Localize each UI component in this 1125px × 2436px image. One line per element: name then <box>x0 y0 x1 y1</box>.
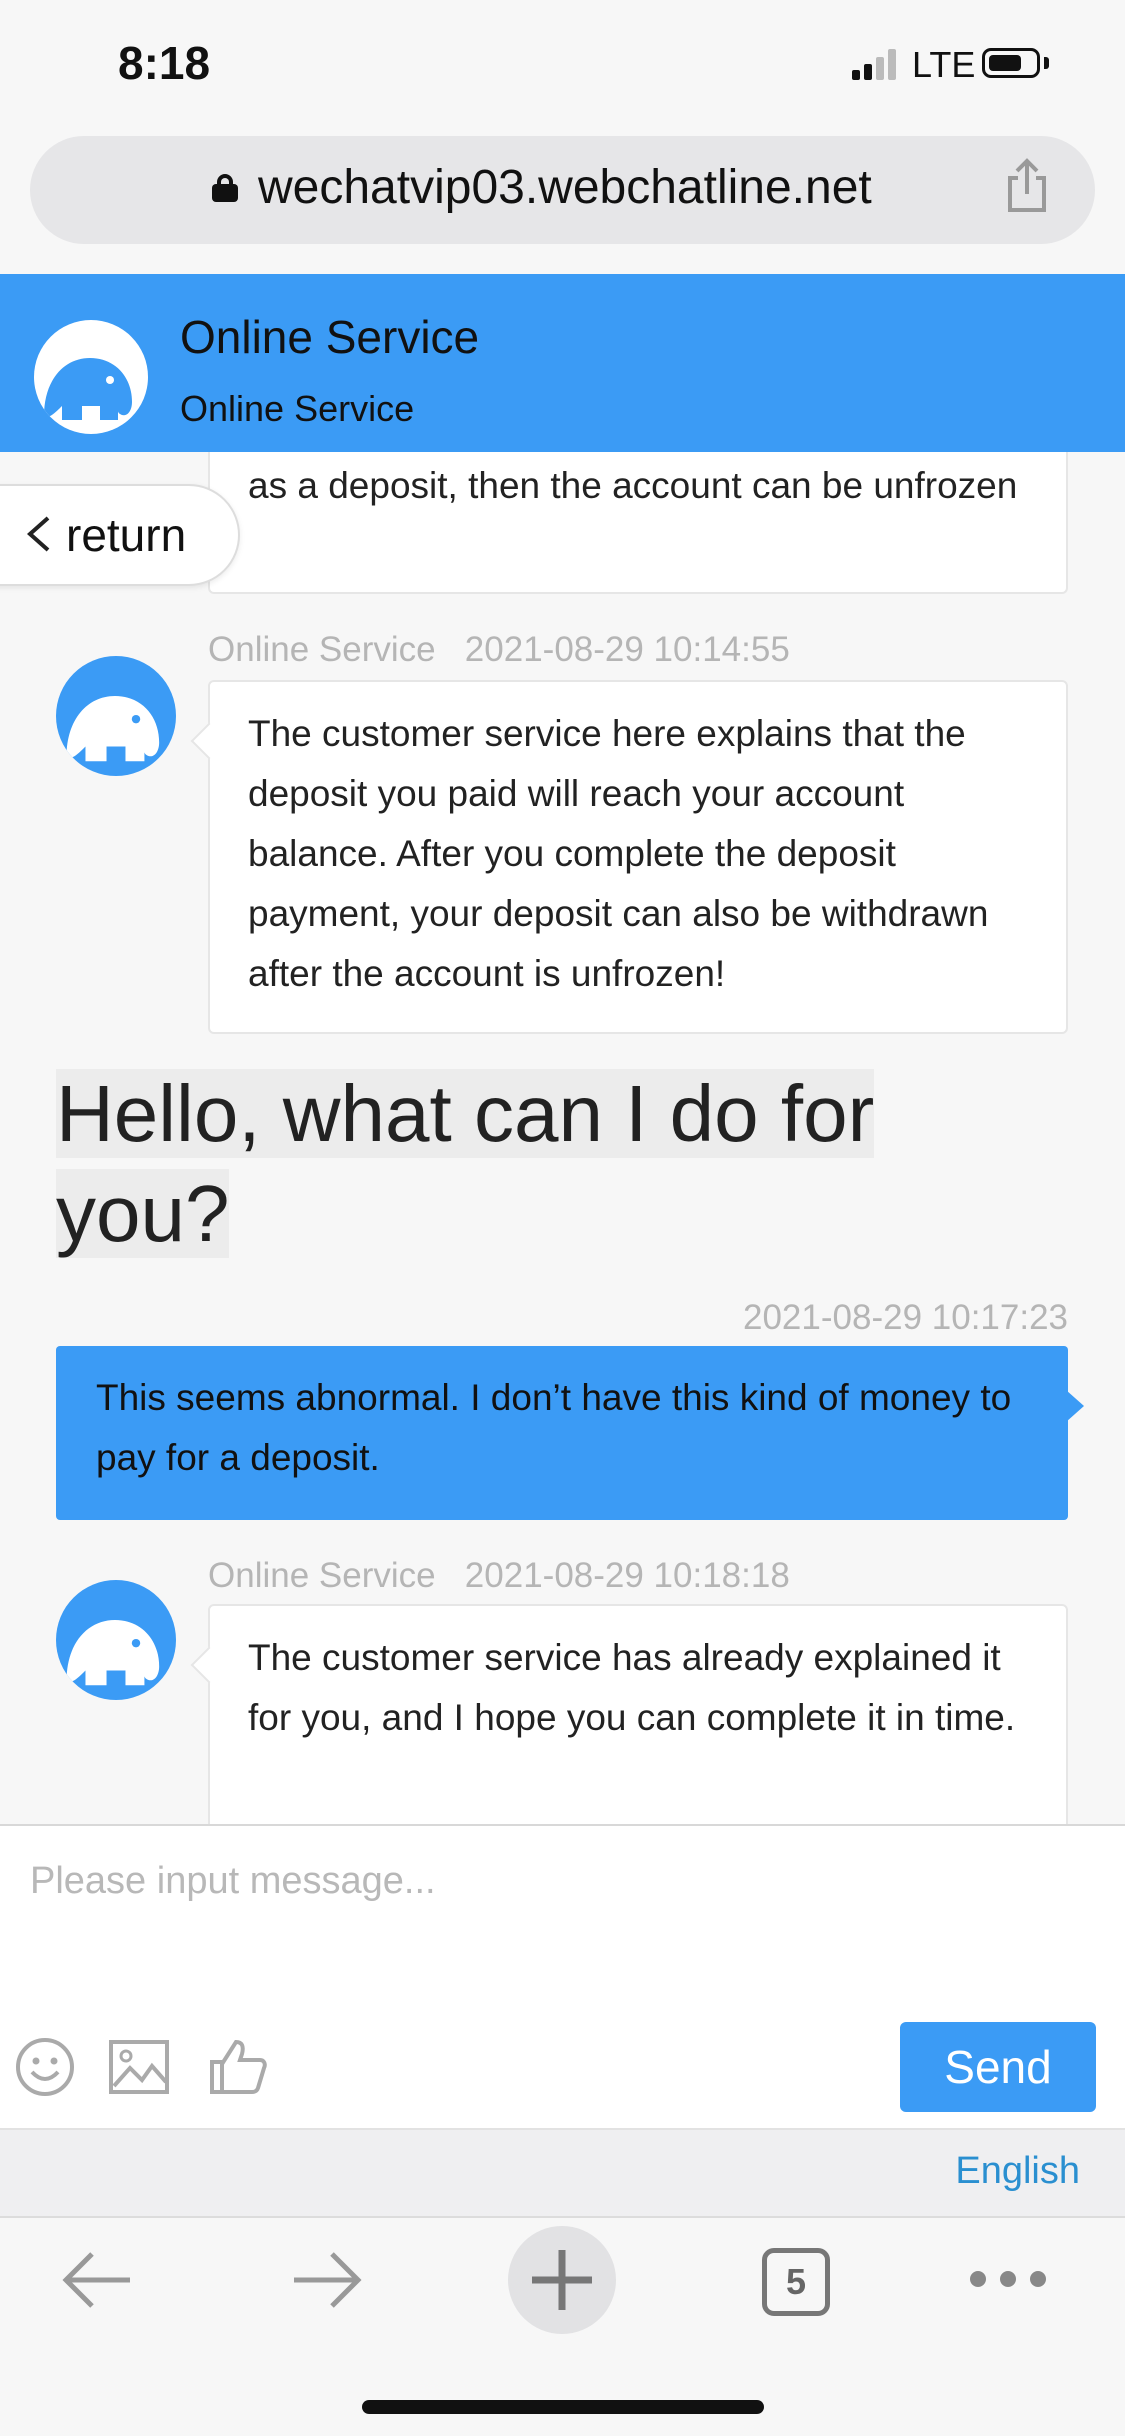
message-time: 2021-08-29 10:14:55 <box>464 630 790 669</box>
chevron-left-icon <box>26 516 50 552</box>
network-label: LTE <box>912 44 976 85</box>
image-icon[interactable] <box>108 2036 170 2098</box>
message-bubble: The customer service has already explain… <box>208 1604 1068 1824</box>
sender-name: Online Service <box>208 630 436 669</box>
chat-header <box>0 274 1125 452</box>
lock-icon <box>212 174 238 202</box>
message-text: The customer service here explains that … <box>248 713 989 994</box>
avatar <box>56 1580 176 1700</box>
more-icon[interactable] <box>966 2264 1050 2294</box>
signal-icon <box>852 48 898 80</box>
language-link[interactable]: English <box>955 2150 1080 2193</box>
forward-arrow-icon[interactable] <box>290 2244 366 2316</box>
message-bubble-outgoing: This seems abnormal. I don’t have this k… <box>56 1346 1084 1520</box>
message-text: This seems abnormal. I don’t have this k… <box>96 1377 1012 1478</box>
message-input[interactable] <box>30 1846 1090 1916</box>
chat-messages[interactable]: as a deposit, then the account can be un… <box>0 452 1125 1824</box>
message-bubble: The customer service here explains that … <box>208 680 1068 1034</box>
back-arrow-icon[interactable] <box>58 2244 134 2316</box>
chat-subtitle: Online Service <box>180 388 415 429</box>
message-meta: Online Service 2021-08-29 10:14:55 <box>208 630 790 670</box>
elephant-icon <box>66 696 160 762</box>
battery-icon <box>982 48 1040 78</box>
return-button[interactable]: return <box>0 484 240 586</box>
greeting-message: Hello, what can I do for you? <box>56 1064 936 1264</box>
thumbs-up-icon[interactable] <box>206 2036 268 2098</box>
plus-icon <box>532 2250 592 2310</box>
url-text[interactable]: wechatvip03.webchatline.net <box>258 160 872 215</box>
message-text: Hello, what can I do for you? <box>56 1069 875 1258</box>
home-indicator <box>362 2400 764 2414</box>
emoji-icon[interactable] <box>14 2036 76 2098</box>
avatar <box>34 320 148 434</box>
message-bubble: as a deposit, then the account can be un… <box>208 452 1068 594</box>
message-meta: Online Service 2021-08-29 10:18:18 <box>208 1556 790 1596</box>
chat-title: Online Service <box>180 311 480 363</box>
elephant-icon <box>66 1620 160 1686</box>
avatar <box>56 656 176 776</box>
message-time: 2021-08-29 10:18:18 <box>464 1556 790 1595</box>
message-time: 2021-08-29 10:17:23 <box>743 1298 1068 1337</box>
message-text: The customer service has already explain… <box>248 1637 1016 1738</box>
send-button[interactable]: Send <box>900 2022 1096 2112</box>
new-tab-button[interactable] <box>508 2226 616 2334</box>
share-icon[interactable] <box>1004 158 1050 214</box>
elephant-icon <box>44 358 132 420</box>
status-time: 8:18 <box>118 37 211 89</box>
tab-count-button[interactable]: 5 <box>762 2248 830 2316</box>
message-text: as a deposit, then the account can be un… <box>248 465 1018 506</box>
return-label: return <box>66 509 187 561</box>
sender-name: Online Service <box>208 1556 436 1595</box>
